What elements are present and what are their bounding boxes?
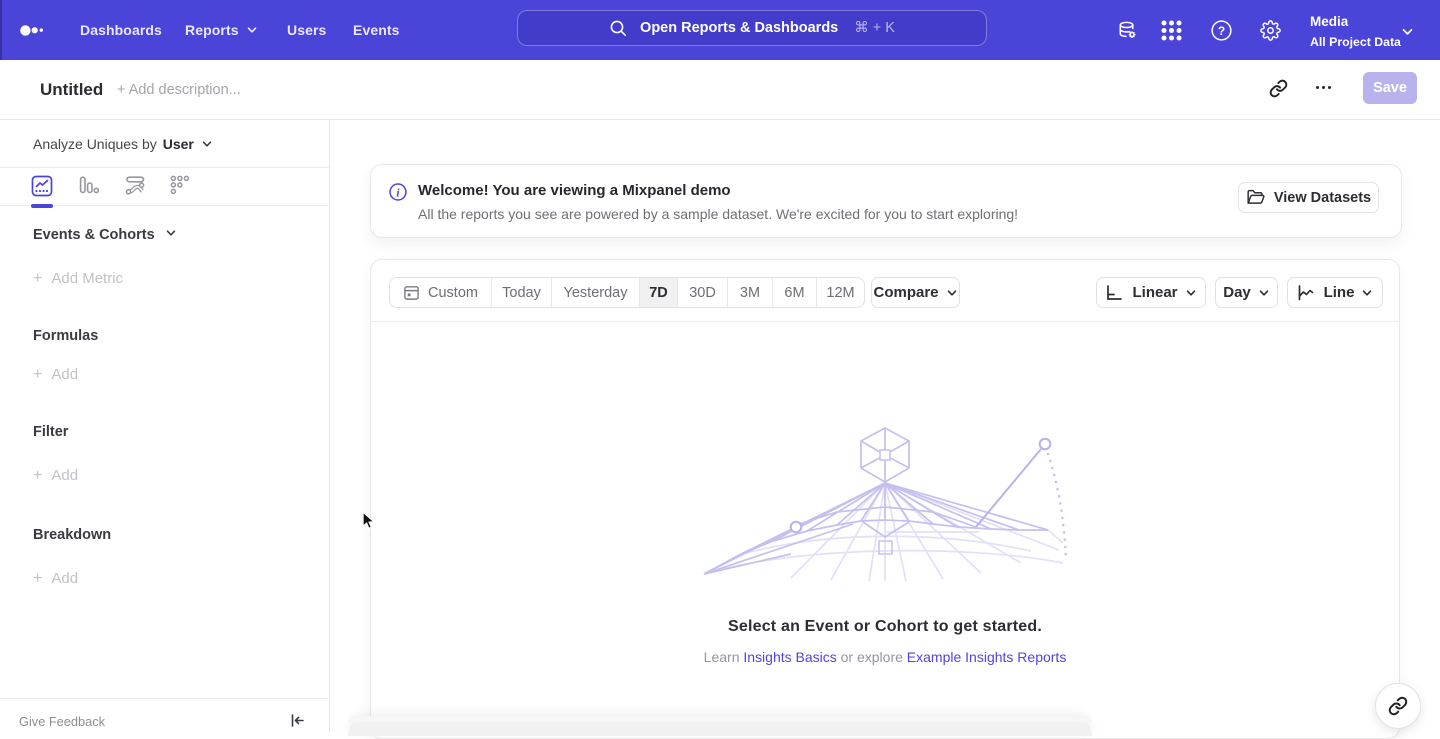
svg-text:?: ?: [1218, 24, 1225, 38]
svg-text:i: i: [396, 187, 400, 199]
